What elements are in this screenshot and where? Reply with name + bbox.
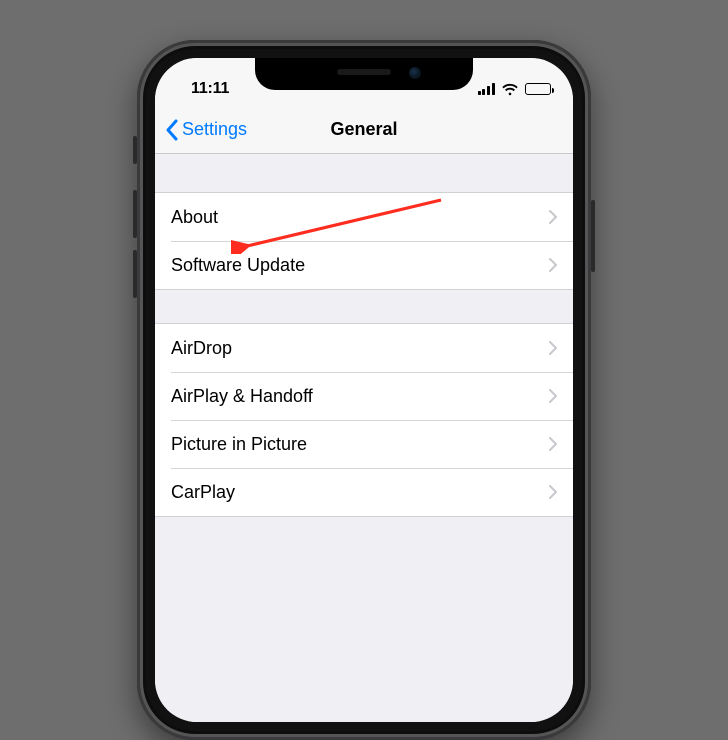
row-airdrop[interactable]: AirDrop [155,324,573,372]
chevron-right-icon [549,341,557,355]
phone-frame: 11:11 Settings General Abou [137,40,591,740]
row-label: About [171,207,549,228]
row-label: AirPlay & Handoff [171,386,549,407]
status-icons [478,83,551,96]
row-carplay[interactable]: CarPlay [155,468,573,516]
chevron-right-icon [549,485,557,499]
power-button [591,200,595,272]
row-label: AirDrop [171,338,549,359]
nav-bar: Settings General [155,106,573,154]
battery-icon [525,83,551,95]
speaker-grille [337,69,391,75]
mute-switch [133,136,137,164]
chevron-right-icon [549,437,557,451]
phone-screen: 11:11 Settings General Abou [155,58,573,722]
settings-group: About Software Update [155,192,573,290]
row-airplay-handoff[interactable]: AirPlay & Handoff [155,372,573,420]
status-time: 11:11 [191,80,229,98]
row-label: Software Update [171,255,549,276]
row-software-update[interactable]: Software Update [155,241,573,289]
notch [255,58,473,90]
row-about[interactable]: About [155,193,573,241]
chevron-right-icon [549,258,557,272]
back-button[interactable]: Settings [155,119,247,141]
cellular-signal-icon [478,83,495,95]
settings-group: AirDrop AirPlay & Handoff Picture in Pic… [155,323,573,517]
row-label: CarPlay [171,482,549,503]
chevron-left-icon [165,119,178,141]
chevron-right-icon [549,210,557,224]
row-picture-in-picture[interactable]: Picture in Picture [155,420,573,468]
volume-down-button [133,250,137,298]
back-label: Settings [182,119,247,140]
volume-up-button [133,190,137,238]
wifi-icon [501,83,519,96]
settings-content[interactable]: About Software Update AirDrop AirPlay & … [155,154,573,722]
front-camera [409,67,421,79]
row-label: Picture in Picture [171,434,549,455]
chevron-right-icon [549,389,557,403]
